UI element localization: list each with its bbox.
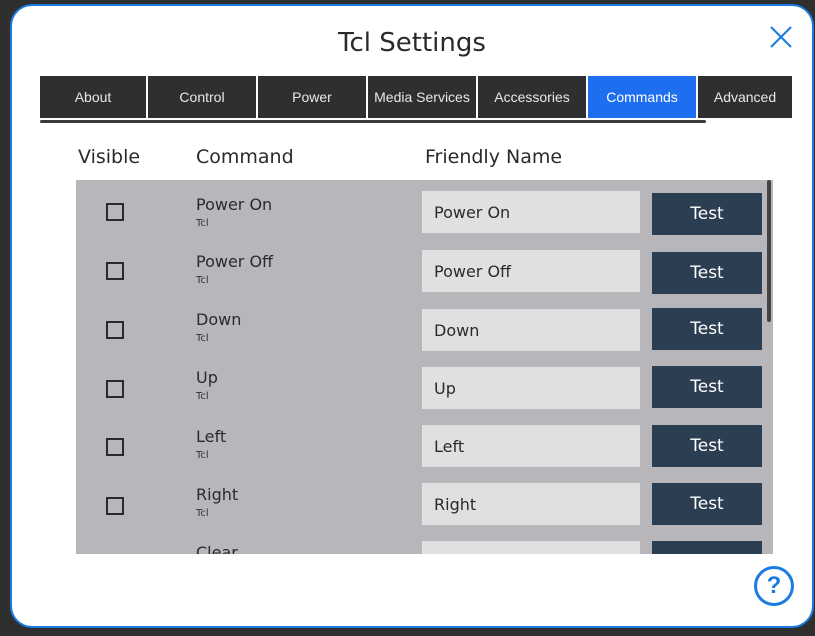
list-item: Left Tcl Left Test [76,421,773,479]
header-friendly-name: Friendly Name [425,146,563,168]
command-name: Left Tcl [196,427,227,461]
tab-advanced[interactable]: Advanced [698,76,792,118]
command-name: Power On Tcl [196,195,273,229]
tab-control[interactable]: Control [148,76,258,118]
command-name: Clear [196,543,238,554]
help-icon[interactable]: ? [754,566,794,606]
list-item: Power On Tcl Power On Test [76,187,773,245]
list-item: Up Tcl Up Test [76,362,773,420]
friendly-name-field[interactable]: Cl [422,541,640,554]
friendly-name-field[interactable]: Power On [422,191,640,233]
command-source: Tcl [196,508,209,519]
test-button[interactable]: Test [652,425,762,467]
visible-checkbox[interactable] [106,203,124,221]
header-command: Command [196,146,294,168]
tab-commands[interactable]: Commands [588,76,698,118]
friendly-name-field[interactable]: Right [422,483,640,525]
tab-media-services[interactable]: Media Services [368,76,478,118]
test-button[interactable] [652,541,762,554]
test-button[interactable]: Test [652,366,762,408]
command-source: Tcl [196,333,209,344]
tab-accessories[interactable]: Accessories [478,76,588,118]
friendly-name-field[interactable]: Up [422,367,640,409]
visible-checkbox[interactable] [106,380,124,398]
friendly-name-field[interactable]: Power Off [422,250,640,292]
tab-underline [40,120,706,123]
test-button[interactable]: Test [652,308,762,350]
tab-power[interactable]: Power [258,76,368,118]
test-button[interactable]: Test [652,483,762,525]
command-name: Right Tcl [196,485,239,519]
visible-checkbox[interactable] [106,497,124,515]
friendly-name-field[interactable]: Down [422,309,640,351]
command-source: Tcl [196,275,209,286]
tab-bar: About Control Power Media Services Acces… [40,76,792,118]
list-item: Clear Cl [76,537,773,554]
command-name: Power Off Tcl [196,252,274,286]
command-source: Tcl [196,218,209,229]
test-button[interactable]: Test [652,193,762,235]
dialog-title: Tcl Settings [338,28,486,58]
command-name: Down Tcl [196,310,242,344]
close-icon[interactable] [768,24,794,50]
list-scrollbar[interactable] [767,180,771,322]
command-source: Tcl [196,450,209,461]
list-item: Power Off Tcl Power Off Test [76,246,773,304]
friendly-name-field[interactable]: Left [422,425,640,467]
visible-checkbox[interactable] [106,438,124,456]
list-item: Down Tcl Down Test [76,304,773,362]
test-button[interactable]: Test [652,252,762,294]
visible-checkbox[interactable] [106,321,124,339]
command-name: Up Tcl [196,368,218,402]
command-list[interactable]: Power On Tcl Power On Test Power Off Tcl P… [76,180,773,554]
list-item: Right Tcl Right Test [76,479,773,537]
visible-checkbox[interactable] [106,262,124,280]
tab-about[interactable]: About [40,76,148,118]
command-source: Tcl [196,391,209,402]
settings-dialog: Tcl Settings About Control Power Media S… [10,4,814,628]
header-visible: Visible [78,146,141,168]
